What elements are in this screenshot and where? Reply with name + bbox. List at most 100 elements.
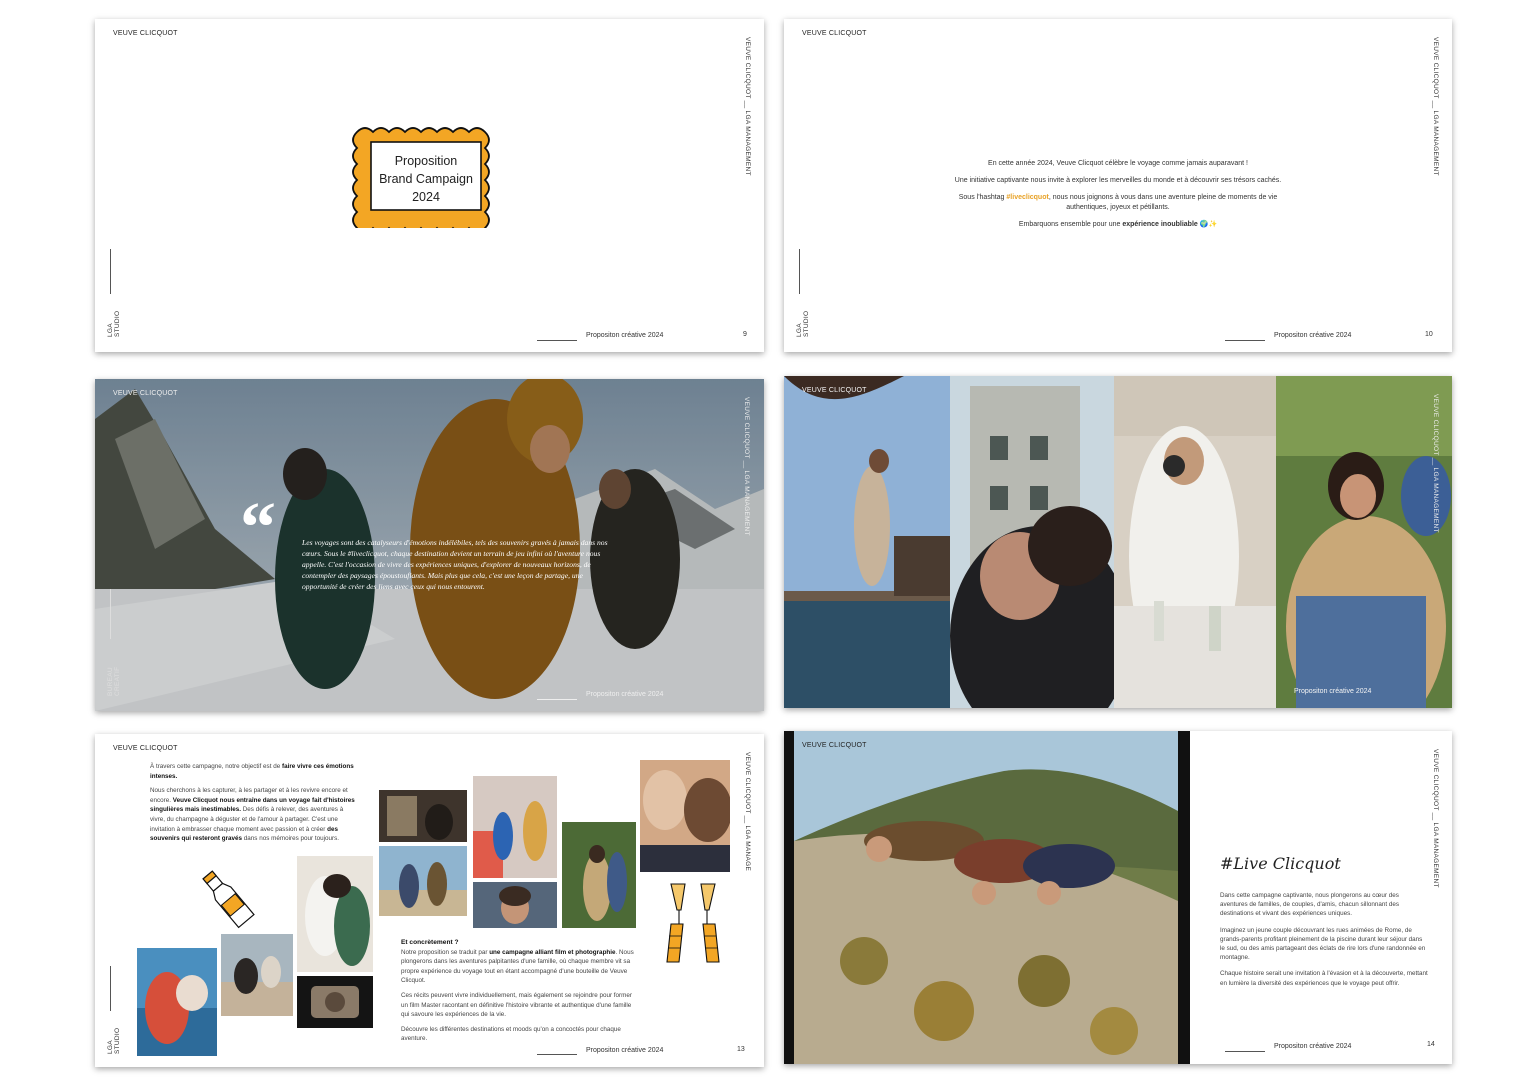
campaign-p2: Imaginez un jeune couple découvrant les … [1220, 926, 1426, 962]
forest-image [562, 822, 636, 928]
side-label: VEUVE CLICQUOT __ LGA MANAGEMENT [744, 37, 751, 176]
page-number: 13 [737, 1046, 745, 1053]
collage-photo-portrait [473, 882, 557, 928]
badge-title: Proposition Brand Campaign 2024 [345, 152, 507, 206]
campaign-p3: Chaque histoire serait une invitation à … [1220, 970, 1428, 987]
slide-14: VEUVE CLICQUOT VEUVE CLICQUOT __ LGA MAN… [784, 731, 1452, 1064]
colorful-image [473, 776, 557, 878]
slide-11: VEUVE CLICQUOT VEUVE CLICQUOT __ LGA MAN… [95, 379, 764, 711]
brand-label: VEUVE CLICQUOT [802, 30, 867, 37]
text-span: Notre proposition se traduit par [401, 948, 490, 956]
laughing-scene-image [1276, 376, 1452, 708]
collage-photo-tv [297, 976, 373, 1028]
boat-image [221, 934, 293, 1016]
footer-label: Propositon créative 2024 [1294, 688, 1372, 695]
page-number: 9 [743, 331, 747, 338]
side-label: VEUVE CLICQUOT __ LGA MANAGEMENT [1432, 37, 1439, 176]
studio-label: LGA STUDIO [107, 1027, 121, 1054]
photo-camera-woman [1114, 376, 1276, 708]
footer-line [537, 1054, 577, 1055]
photo-couple-kiss [950, 376, 1114, 708]
side-label: VEUVE CLICQUOT __ LGA MANAGEMENT [743, 397, 750, 536]
quote-text: Les voyages sont des catalyseurs d'émoti… [302, 538, 608, 591]
toasting-glasses-icon [666, 883, 720, 963]
brand-label: VEUVE CLICQUOT [802, 742, 867, 749]
slide-9: VEUVE CLICQUOT VEUVE CLICQUOT __ LGA MAN… [95, 19, 764, 352]
collage-photo-boat [221, 934, 293, 1016]
collage-photo-colorful [473, 776, 557, 878]
brand-label: VEUVE CLICQUOT [113, 390, 178, 397]
camera-scene-image [1114, 376, 1276, 708]
restaurant-image [379, 790, 467, 842]
hashtag: #liveclicquot [1006, 194, 1049, 201]
photo-laughing-woman [1276, 376, 1452, 708]
footer-line [537, 699, 577, 700]
footer-label: Propositon créative 2024 [1274, 1043, 1352, 1050]
footer-line [1225, 1051, 1265, 1052]
intro-p2: Une initiative captivante nous invite à … [954, 177, 1282, 184]
slide-10: VEUVE CLICQUOT VEUVE CLICQUOT __ LGA MAN… [784, 19, 1452, 352]
text-span: dans nos mémoires pour toujours. [242, 835, 339, 843]
divider [110, 966, 111, 1011]
concrete-p1: Notre proposition se traduit par une cam… [401, 948, 635, 986]
globe-sparkle-icon: 🌍✨ [1199, 221, 1218, 228]
studio-label: LGA STUDIO [107, 310, 121, 337]
side-label: VEUVE CLICQUOT __ LGA MANAGE [744, 752, 751, 872]
concrete-text: Et concrètement ? Notre proposition se t… [401, 938, 635, 1049]
collage-photo-forest [562, 822, 636, 928]
brand-label: VEUVE CLICQUOT [113, 745, 178, 752]
campaign-p1: Dans cette campagne captivante, nous plo… [1220, 892, 1400, 918]
hillside-photo [784, 731, 1190, 1064]
objective-p1: À travers cette campagne, notre objectif… [150, 762, 358, 781]
brand-label: VEUVE CLICQUOT [113, 30, 178, 37]
side-label: VEUVE CLICQUOT __ LGA MANAGEMENT [1432, 749, 1439, 888]
footer-line [1225, 340, 1265, 341]
objective-text: À travers cette campagne, notre objectif… [150, 762, 358, 849]
footer-label: Propositon créative 2024 [586, 332, 664, 339]
text-span: À travers cette campagne, notre objectif… [150, 763, 282, 770]
intro-p3: Sous l'hashtag #liveclicquot, nous nous … [944, 193, 1292, 213]
divider [110, 589, 111, 639]
intro-p4: Embarquons ensemble pour une expérience … [944, 220, 1292, 230]
intro-text: En cette année 2024, Veuve Clicquot célè… [944, 159, 1292, 237]
collage-photo-restaurant [379, 790, 467, 842]
couple-white-image [297, 856, 373, 972]
tv-image [297, 976, 373, 1028]
text-span: Sous l'hashtag [958, 194, 1007, 201]
dance-image [379, 846, 467, 916]
portrait-image [473, 882, 557, 928]
quote-mark-icon: “ [240, 487, 276, 567]
studio-label: LGA STUDIO [796, 310, 810, 337]
divider [799, 249, 800, 294]
collage-photo-grandmothers [137, 948, 217, 1056]
text-span: , nous nous joignons à vous dans une ave… [1048, 194, 1278, 211]
page-number: 14 [1427, 1041, 1435, 1048]
slide-13: VEUVE CLICQUOT VEUVE CLICQUOT __ LGA MAN… [95, 734, 764, 1067]
campaign-text: Dans cette campagne captivante, nous plo… [1220, 891, 1428, 995]
concrete-p3: Découvre les différentes destinations et… [401, 1025, 621, 1043]
collage-photo-dance [379, 846, 467, 916]
pool-scene-image [784, 376, 950, 708]
text-span: Embarquons ensemble pour une [1018, 221, 1123, 228]
footer-label: Propositon créative 2024 [586, 1047, 664, 1054]
intro-p1: En cette année 2024, Veuve Clicquot célè… [988, 160, 1248, 167]
slide-12: VEUVE CLICQUOT VEUVE CLICQUOT __ LGA MAN… [784, 376, 1452, 708]
script-title: #Live Clicquot [1220, 854, 1341, 873]
concrete-heading: Et concrètement ? [401, 939, 459, 946]
side-label: VEUVE CLICQUOT __ LGA MANAGEMENT [1432, 394, 1439, 533]
collage-photo-laughing-friends [640, 760, 730, 872]
brand-label: VEUVE CLICQUOT [802, 387, 867, 394]
divider [110, 249, 111, 294]
bureau-label: BUREAU CREATIF [107, 666, 121, 696]
hillside-scene-image [784, 731, 1190, 1064]
champagne-bottle-icon [202, 870, 255, 929]
grandmothers-image [137, 948, 217, 1056]
photo-pool-woman [784, 376, 950, 708]
objective-p2: Nous cherchons à les capturer, à les par… [150, 786, 358, 844]
couple-scene-image [950, 376, 1114, 708]
title-badge: Proposition Brand Campaign 2024 [345, 124, 507, 233]
page-number: 10 [1425, 331, 1433, 338]
badge-line-1: Proposition [394, 154, 458, 168]
footer-label: Propositon créative 2024 [1274, 332, 1352, 339]
badge-line-3: 2024 [412, 190, 440, 204]
